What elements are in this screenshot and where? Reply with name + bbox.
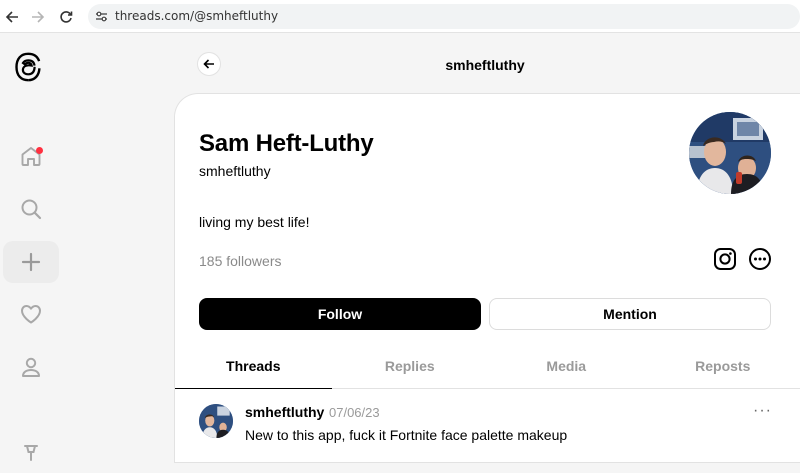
followers-count[interactable]: 185 followers: [199, 253, 282, 269]
nav-search[interactable]: [3, 188, 59, 230]
url-text[interactable]: threads.com/@smheftluthy: [115, 9, 278, 23]
tab-replies[interactable]: Replies: [332, 348, 489, 388]
page-title: smheftluthy: [420, 57, 550, 73]
reload-icon[interactable]: [56, 7, 76, 27]
post-more-icon[interactable]: ···: [753, 402, 772, 420]
left-nav-rail: [0, 34, 60, 452]
more-options-icon[interactable]: [748, 247, 772, 276]
post-date[interactable]: 07/06/23: [329, 405, 380, 420]
notification-dot: [36, 147, 43, 154]
search-icon: [19, 197, 43, 221]
follow-button[interactable]: Follow: [199, 298, 481, 330]
nav-pin[interactable]: [3, 431, 59, 473]
tab-media[interactable]: Media: [488, 348, 645, 388]
pin-icon: [21, 442, 41, 462]
threads-logo-icon[interactable]: [13, 51, 43, 88]
tab-threads[interactable]: Threads: [175, 348, 332, 388]
nav-home[interactable]: [3, 135, 59, 177]
nav-activity[interactable]: [3, 293, 59, 335]
post-text: New to this app, fuck it Fortnite face p…: [245, 427, 567, 443]
profile-handle: smheftluthy: [199, 163, 271, 179]
profile-icon: [19, 355, 43, 379]
nav-create[interactable]: [3, 241, 59, 283]
profile-avatar[interactable]: [689, 112, 771, 194]
browser-toolbar: threads.com/@smheftluthy: [0, 0, 800, 33]
mention-button[interactable]: Mention: [489, 298, 771, 330]
post-author[interactable]: smheftluthy: [245, 404, 324, 420]
profile-tabs: Threads Replies Media Reposts: [175, 348, 800, 389]
profile-name: Sam Heft-Luthy: [199, 130, 374, 158]
site-settings-icon[interactable]: [95, 10, 108, 28]
instagram-icon[interactable]: [713, 247, 737, 276]
profile-bio: living my best life!: [199, 214, 309, 230]
profile-card: Sam Heft-Luthy smheftluthy living my bes…: [174, 93, 800, 463]
address-bar[interactable]: threads.com/@smheftluthy: [88, 4, 800, 29]
back-arrow-icon[interactable]: [2, 7, 22, 27]
thread-post[interactable]: smheftluthy 07/06/23 ··· New to this app…: [175, 390, 800, 460]
heart-icon: [19, 302, 43, 326]
post-avatar[interactable]: [199, 404, 233, 438]
tab-reposts[interactable]: Reposts: [645, 348, 800, 388]
back-button[interactable]: [198, 53, 220, 75]
nav-profile[interactable]: [3, 346, 59, 388]
plus-icon: [20, 251, 42, 273]
arrow-left-icon: [203, 58, 215, 70]
forward-arrow-icon[interactable]: [28, 7, 48, 27]
